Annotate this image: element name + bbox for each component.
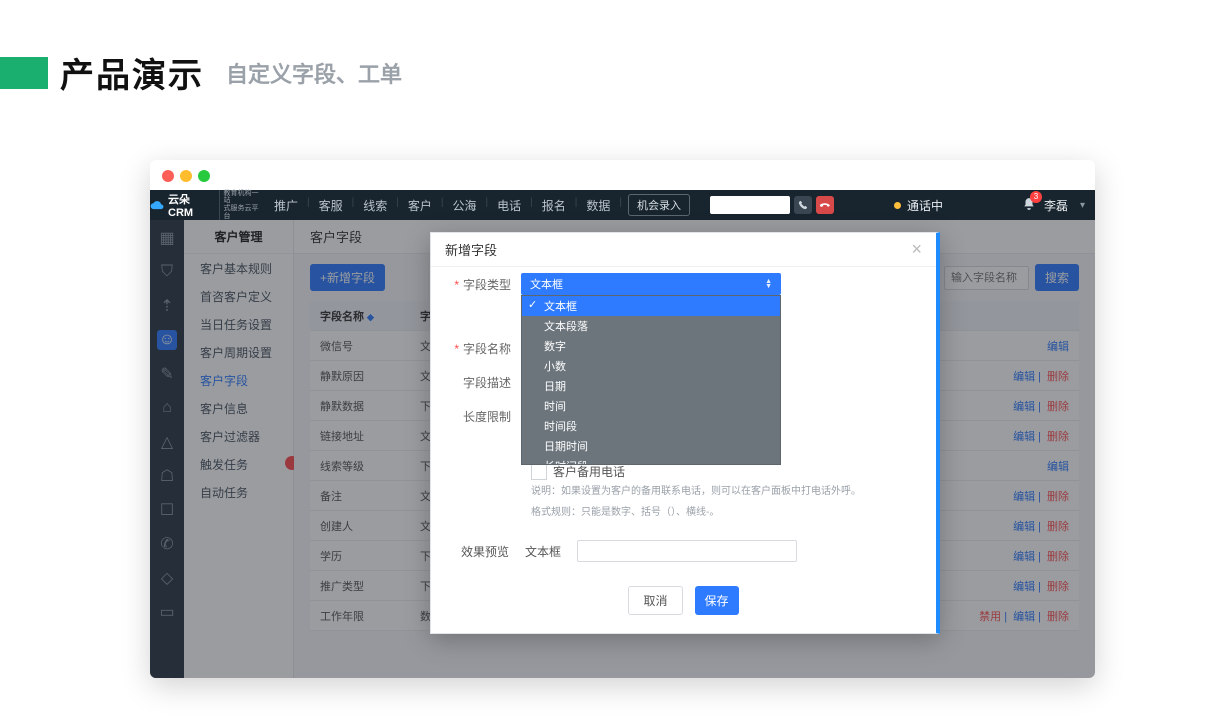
nav-item[interactable]: 推广	[265, 197, 307, 214]
close-dot-icon[interactable]	[162, 170, 174, 182]
call-status-dot-icon	[894, 202, 901, 209]
notifications-button[interactable]: 3	[1022, 197, 1036, 214]
select-stepper-icon: ▲▼	[765, 279, 772, 289]
dropdown-option[interactable]: 时间	[522, 396, 780, 416]
nav-item[interactable]: 电话	[488, 197, 530, 214]
current-user[interactable]: 李磊	[1044, 197, 1068, 214]
dial-button[interactable]	[794, 196, 812, 214]
save-button[interactable]: 保存	[695, 586, 739, 615]
slide-header: 产品演示 自定义字段、工单	[0, 48, 402, 97]
top-nav: 云朵CRM 教育机构一站式服务云平台 推广|客服|线索|客户|公海|电话|报名|…	[150, 190, 1095, 220]
label-field-type: 字段类型	[447, 273, 521, 293]
zoom-dot-icon[interactable]	[198, 170, 210, 182]
minimize-dot-icon[interactable]	[180, 170, 192, 182]
note-line-2: 格式规则：只能是数字、括号（）、横线-。	[431, 501, 936, 522]
slide-subtitle: 自定义字段、工单	[226, 57, 402, 89]
cancel-button[interactable]: 取消	[628, 586, 682, 615]
close-icon[interactable]: ×	[911, 239, 922, 260]
backup-phone-label: 客户备用电话	[553, 463, 625, 480]
record-entry-button[interactable]: 机会录入	[628, 194, 690, 216]
dropdown-option[interactable]: 数字	[522, 336, 780, 356]
dropdown-option[interactable]: 文本段落	[522, 316, 780, 336]
call-status-text: 通话中	[907, 197, 943, 214]
backup-phone-checkbox[interactable]	[531, 464, 547, 480]
accent-block	[0, 57, 48, 89]
nav-item[interactable]: 报名	[533, 197, 575, 214]
cloud-icon	[150, 198, 164, 212]
dropdown-option[interactable]: 小数	[522, 356, 780, 376]
top-search-input[interactable]	[710, 196, 790, 214]
nav-item[interactable]: 公海	[444, 197, 486, 214]
hangup-button[interactable]	[816, 196, 834, 214]
phone-icon	[798, 200, 808, 210]
dropdown-option[interactable]: 日期时间	[522, 436, 780, 456]
window-controls	[162, 170, 210, 182]
label-field-desc: 字段描述	[447, 371, 521, 391]
phone-down-icon	[820, 200, 830, 210]
brand-logo: 云朵CRM 教育机构一站式服务云平台	[150, 190, 265, 220]
dropdown-option[interactable]: 长时间段	[522, 456, 780, 465]
preview-input[interactable]	[577, 540, 797, 562]
dropdown-option[interactable]: 日期	[522, 376, 780, 396]
field-type-dropdown: 文本框文本段落数字小数日期时间时间段日期时间长时间段单选框复选框下拉菜单级联菜单…	[521, 295, 781, 465]
preview-label: 效果预览	[461, 543, 509, 560]
notification-count: 3	[1030, 191, 1042, 203]
chevron-down-icon[interactable]: ▾	[1080, 200, 1085, 211]
label-field-name: 字段名称	[447, 337, 521, 357]
modal-title: 新增字段	[445, 240, 497, 259]
add-field-modal: 新增字段 × 字段类型 文本框 ▲▼ 文本框文本段落数字小数日期时间时间段日期时…	[430, 232, 940, 634]
dropdown-option[interactable]: 文本框	[522, 296, 780, 316]
label-length-limit: 长度限制	[447, 405, 521, 425]
note-line-1: 说明：如果设置为客户的备用联系电话，则可以在客户面板中打电话外呼。	[431, 480, 936, 501]
nav-item[interactable]: 客服	[310, 197, 352, 214]
slide-title: 产品演示	[60, 48, 204, 97]
nav-item[interactable]: 客户	[399, 197, 441, 214]
nav-item[interactable]: 线索	[354, 197, 396, 214]
dropdown-option[interactable]: 时间段	[522, 416, 780, 436]
app-window: 云朵CRM 教育机构一站式服务云平台 推广|客服|线索|客户|公海|电话|报名|…	[150, 160, 1095, 678]
field-type-select[interactable]: 文本框 ▲▼	[521, 273, 781, 295]
nav-item[interactable]: 数据	[577, 197, 619, 214]
preview-type: 文本框	[525, 543, 561, 560]
